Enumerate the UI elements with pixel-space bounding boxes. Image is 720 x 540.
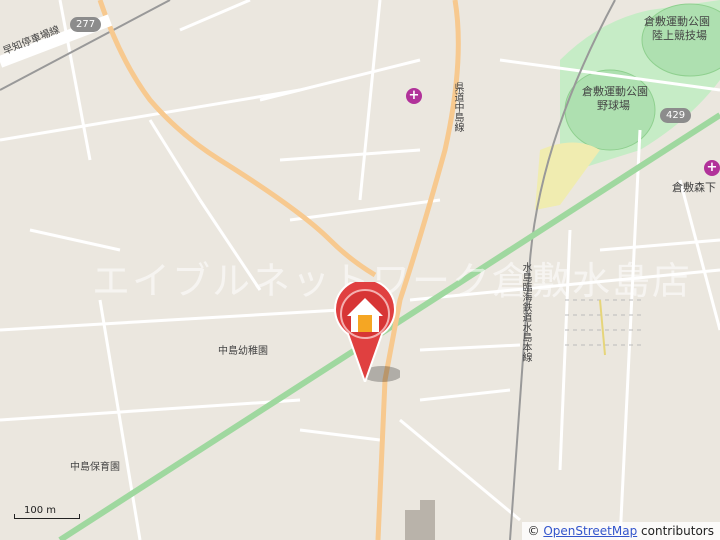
- property-marker[interactable]: [330, 278, 402, 385]
- map-canvas[interactable]: エイブルネットワーク倉敷水島店 277 429 早知停車場線 県道中島線 倉敷運…: [0, 0, 720, 540]
- road-label-vertical: 県道中島線: [452, 82, 463, 132]
- building: [405, 500, 435, 540]
- park-label-stadium: 倉敷運動公園: [644, 15, 710, 28]
- route-badge-429: 429: [660, 108, 692, 123]
- attribution: © OpenStreetMap contributors: [521, 522, 720, 540]
- rail-line-label: 水島臨海鉄道水島本線: [520, 262, 531, 362]
- park-label-stadium-sub: 陸上競技場: [652, 29, 707, 42]
- hospital-icon[interactable]: +: [704, 160, 720, 176]
- scale-line: [14, 514, 80, 519]
- scale-bar: 100 m: [10, 505, 80, 521]
- park-label-baseball-sub: 野球場: [597, 99, 630, 112]
- route-badge-277: 277: [70, 17, 102, 32]
- place-label-daycare: 中島保育園: [70, 462, 120, 473]
- yellow-path: [599, 299, 606, 356]
- attribution-suffix: contributors: [637, 524, 714, 538]
- home-pin-icon: [334, 278, 402, 385]
- place-label-kurashiki-morishita: 倉敷森下: [672, 181, 716, 194]
- attribution-prefix: ©: [527, 524, 544, 538]
- place-label-nursery: 中島幼稚園: [218, 346, 268, 357]
- hospital-icon[interactable]: +: [406, 88, 422, 104]
- parking-lines: [565, 299, 645, 346]
- osm-link[interactable]: OpenStreetMap: [543, 524, 637, 538]
- park-label-baseball: 倉敷運動公園: [582, 85, 648, 98]
